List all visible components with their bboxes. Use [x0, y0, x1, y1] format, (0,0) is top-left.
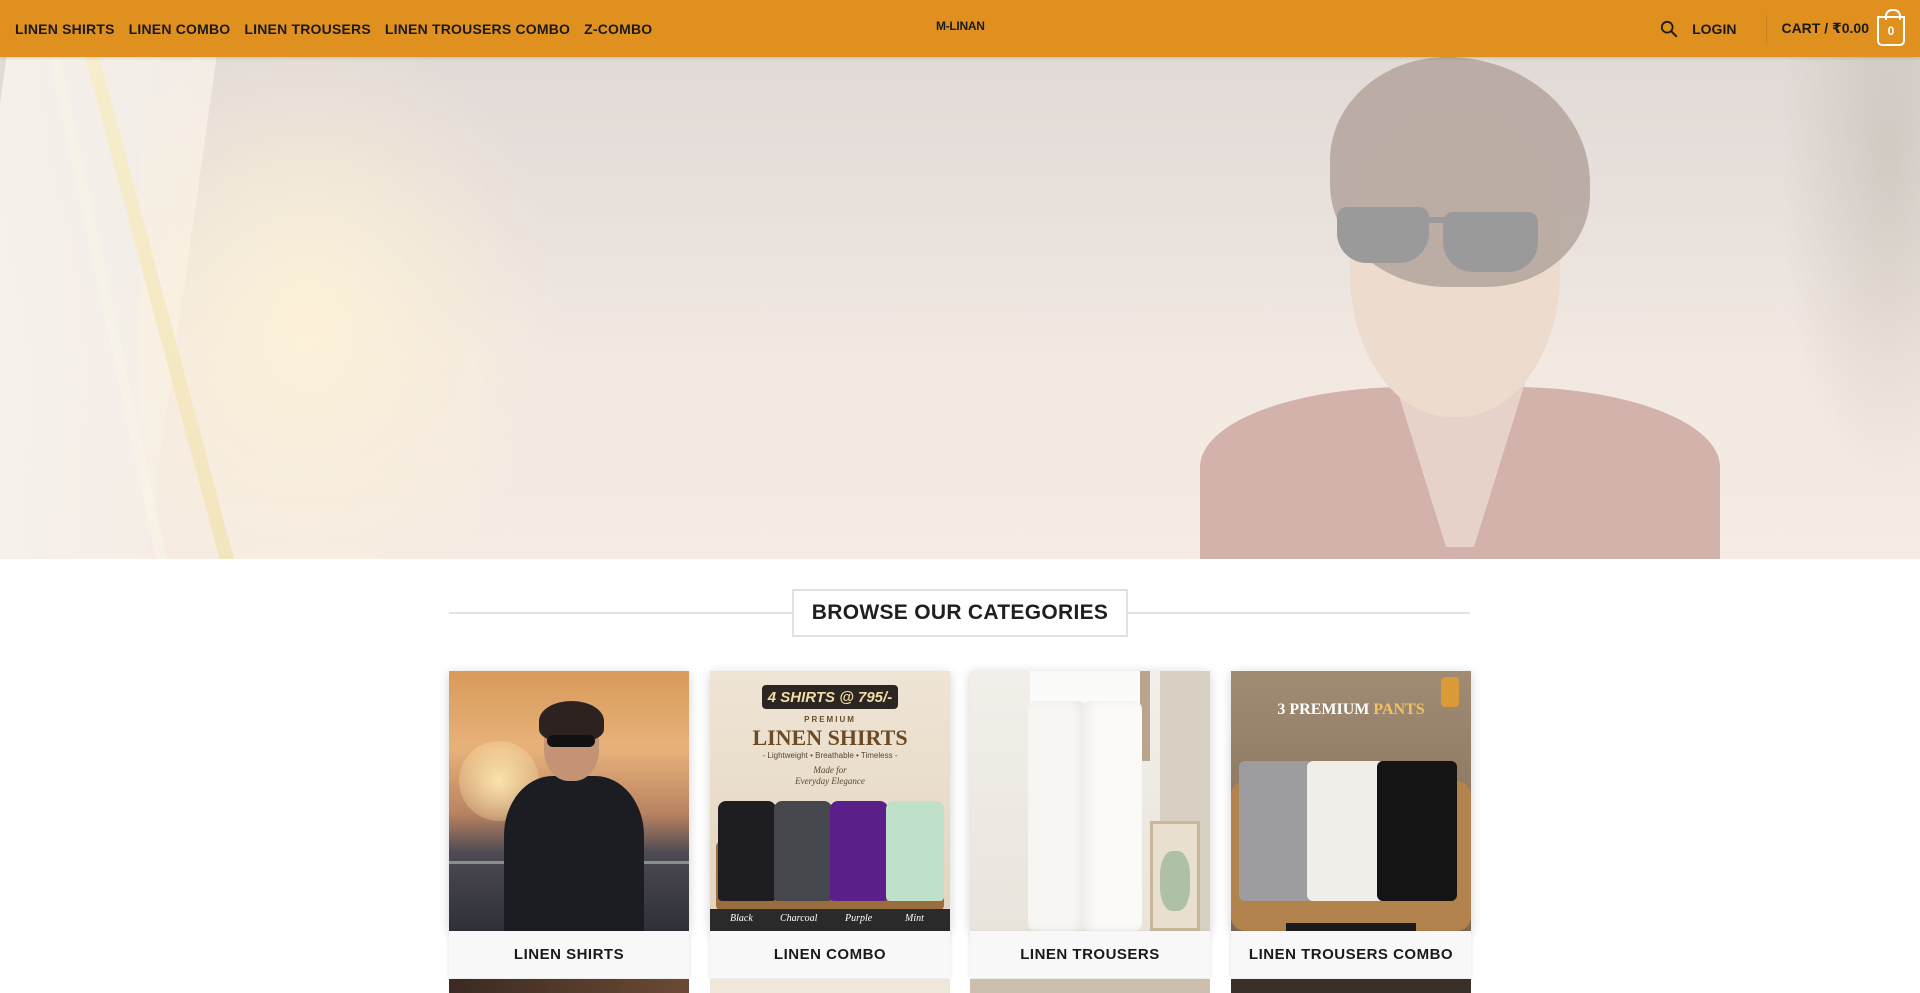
nav-linen-trousers-combo[interactable]: LINEN TROUSERS COMBO: [385, 21, 570, 37]
nav-linen-shirts[interactable]: LINEN SHIRTS: [15, 21, 115, 37]
category-grid: LINEN SHIRTS 4 SHIRTS @ 795/- PREMIUM LI…: [449, 671, 1471, 993]
category-label[interactable]: LINEN TROUSERS COMBO: [1249, 946, 1453, 963]
site-header: LINEN SHIRTS LINEN COMBO LINEN TROUSERS …: [0, 0, 1920, 57]
category-label[interactable]: LINEN COMBO: [774, 946, 886, 963]
main-nav: LINEN SHIRTS LINEN COMBO LINEN TROUSERS …: [0, 21, 652, 37]
section-title: BROWSE OUR CATEGORIES: [811, 601, 1109, 624]
nav-linen-combo[interactable]: LINEN COMBO: [129, 21, 231, 37]
nav-z-combo[interactable]: Z-COMBO: [584, 21, 652, 37]
category-image-linen-trousers[interactable]: [970, 671, 1210, 931]
category-label[interactable]: LINEN TROUSERS: [1020, 946, 1160, 963]
login-link[interactable]: LOGIN: [1692, 21, 1736, 37]
hero-banner[interactable]: [0, 57, 1920, 559]
nav-linen-trousers[interactable]: LINEN TROUSERS: [244, 21, 370, 37]
category-label[interactable]: LINEN SHIRTS: [514, 946, 624, 963]
category-card-linen-trousers-combo[interactable]: 3 PREMIUM PANTS LINEN TROUSERS COMBO: [1231, 671, 1471, 993]
category-card-linen-shirts[interactable]: LINEN SHIRTS: [449, 671, 689, 993]
section-title-box: BROWSE OUR CATEGORIES: [792, 589, 1128, 637]
category-image-linen-combo[interactable]: 4 SHIRTS @ 795/- PREMIUM LINEN SHIRTS - …: [710, 671, 950, 931]
cart-link[interactable]: CART / ₹0.00: [1781, 20, 1869, 37]
category-image-linen-shirts[interactable]: [449, 671, 689, 931]
category-card-linen-combo[interactable]: 4 SHIRTS @ 795/- PREMIUM LINEN SHIRTS - …: [710, 671, 950, 993]
categories-section-header: BROWSE OUR CATEGORIES: [449, 589, 1470, 637]
search-icon[interactable]: [1660, 20, 1678, 38]
site-logo[interactable]: M-LINAN: [936, 19, 985, 33]
category-card-linen-trousers[interactable]: LINEN TROUSERS: [970, 671, 1210, 993]
cart-bag-icon[interactable]: 0: [1877, 8, 1905, 46]
cart-count-badge: 0: [1887, 23, 1895, 38]
header-actions: LOGIN CART / ₹0.00 0: [1660, 0, 1905, 57]
category-image-linen-trousers-combo[interactable]: 3 PREMIUM PANTS: [1231, 671, 1471, 931]
header-divider: [1766, 14, 1768, 43]
